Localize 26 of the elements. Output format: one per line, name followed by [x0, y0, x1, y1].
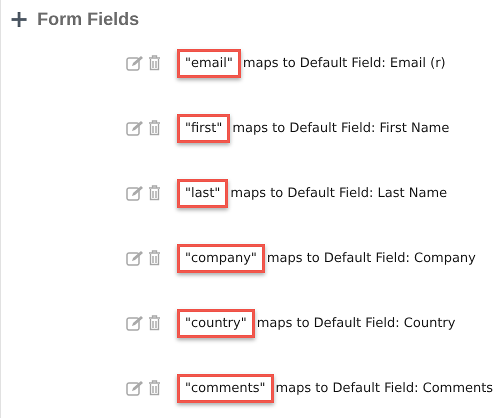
field-name: "comments"	[177, 374, 274, 402]
field-name: "company"	[177, 244, 265, 272]
trash-icon[interactable]	[148, 250, 161, 266]
field-mapping: maps to Default Field: Email (r)	[242, 56, 446, 70]
field-name: "first"	[177, 114, 230, 142]
edit-icon[interactable]	[126, 185, 144, 201]
edit-icon[interactable]	[126, 380, 144, 396]
trash-icon[interactable]	[148, 380, 161, 396]
section-title: Form Fields	[37, 8, 140, 30]
field-mapping: maps to Default Field: Country	[256, 316, 456, 330]
trash-icon[interactable]	[148, 55, 161, 71]
field-name: "country"	[177, 308, 255, 338]
field-name: "last"	[177, 178, 228, 208]
edit-icon[interactable]	[126, 55, 144, 71]
edit-icon[interactable]	[126, 120, 144, 136]
field-mapping: maps to Default Field: Last Name	[230, 186, 448, 200]
field-name: "email"	[177, 48, 241, 78]
trash-icon[interactable]	[148, 315, 161, 331]
trash-icon[interactable]	[148, 120, 161, 136]
edit-icon[interactable]	[126, 315, 144, 331]
field-mapping: maps to Default Field: First Name	[232, 120, 450, 136]
edit-icon[interactable]	[126, 250, 144, 266]
field-mapping: maps to Default Field: Comments	[276, 380, 494, 396]
add-icon[interactable]: +	[9, 7, 30, 31]
trash-icon[interactable]	[148, 185, 161, 201]
field-mapping: maps to Default Field: Company	[266, 250, 476, 266]
